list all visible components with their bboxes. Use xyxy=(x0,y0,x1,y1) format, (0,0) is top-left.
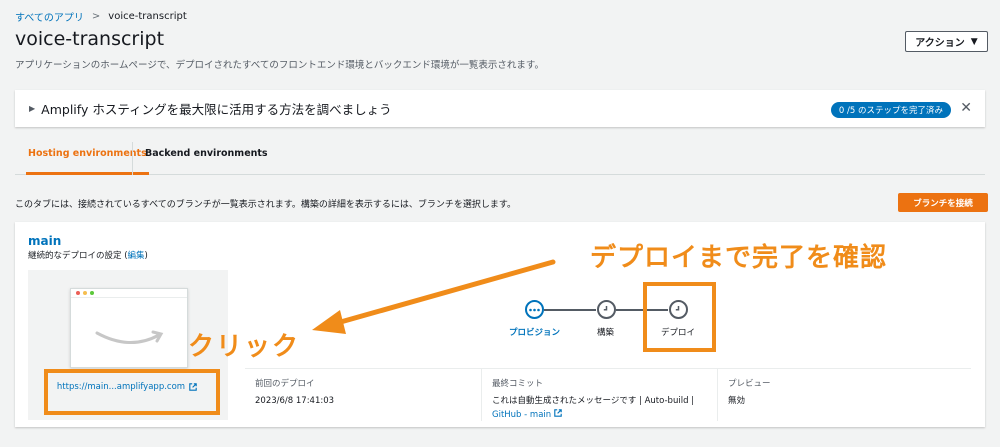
annotation-url-highlight xyxy=(44,369,220,415)
annotation-deploy-highlight xyxy=(643,282,716,352)
annotation-deploy-note: デプロイまで完了を確認 xyxy=(590,243,888,273)
annotation-click-note: クリック xyxy=(188,332,301,362)
